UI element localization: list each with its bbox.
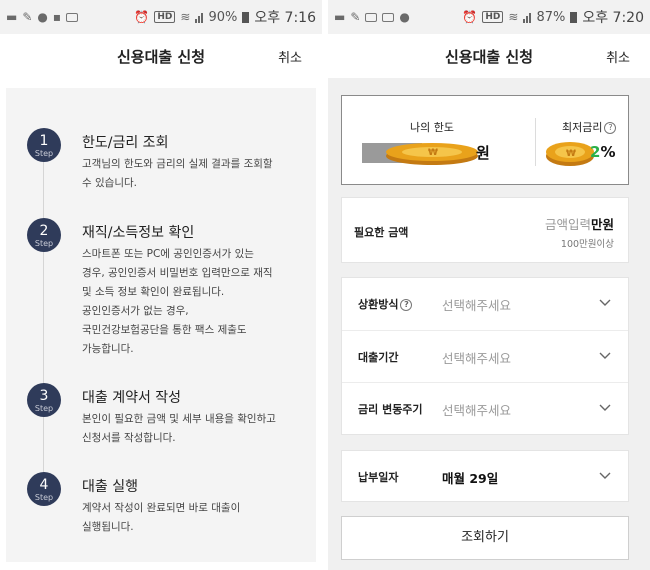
step-title: 대출 계약서 작성 [82, 390, 182, 406]
step-badge: 4 Step [27, 472, 61, 506]
chevron-down-icon [599, 472, 611, 479]
chat-icon: ● [37, 10, 48, 24]
clock: 오후 7:20 [582, 10, 644, 26]
chevron-down-icon [599, 299, 611, 306]
step-description: 스마트폰 또는 PC에 공인인증서가 있는 경우, 공인인증서 비밀번호 입력만… [82, 248, 273, 355]
select-value: 선택해주세요 [442, 403, 512, 418]
timeline-line [43, 144, 44, 504]
limit-label: 나의 한도 [410, 121, 454, 134]
step-description: 계약서 작성이 완료되면 바로 대출이 실행됩니다. [82, 502, 241, 533]
loan-options-card: 상환방식? 선택해주세요 대출기간 선택해주세요 금리 변동주기 선택해주세요 [341, 277, 629, 435]
page-title: 신용대출 신청 [116, 47, 206, 66]
lowest-rate: 최저금리? ₩ 2% [536, 96, 630, 184]
battery-percent: 90% [208, 9, 238, 25]
message-icon: ▬ [334, 10, 346, 24]
rate-value: 2% [590, 143, 616, 161]
calendar-icon [365, 12, 378, 22]
chat-icon: ● [399, 10, 410, 24]
alarm-icon: ⏰ [134, 10, 150, 24]
select-value: 선택해주세요 [442, 298, 512, 313]
cancel-button[interactable]: 취소 [606, 47, 630, 66]
rate-change-cycle-select[interactable]: 금리 변동주기 선택해주세요 [342, 382, 628, 434]
step-badge: 3 Step [27, 383, 61, 417]
wifi-icon: ≋ [508, 10, 519, 24]
select-label: 상환방식? [358, 296, 413, 312]
step-title: 한도/금리 조회 [82, 135, 169, 151]
left-screen: ▬ ✎ ● ▪ ⏰ HD ≋ 90% 오후 7:16 신용대출 신청 취소 1 … [0, 0, 322, 570]
svg-text:₩: ₩ [566, 149, 576, 159]
select-label: 금리 변동주기 [358, 403, 423, 416]
hd-icon: HD [154, 11, 176, 23]
message-icon: ▬ [6, 10, 18, 24]
select-label: 대출기간 [358, 351, 399, 364]
step-title: 재직/소득정보 확인 [82, 225, 195, 241]
title-bar: 신용대출 신청 취소 [328, 34, 650, 78]
select-value: 매월 29일 [442, 471, 499, 486]
svg-text:₩: ₩ [428, 148, 438, 158]
amount-input[interactable]: 금액입력만원 [545, 214, 614, 233]
step-description: 본인이 필요한 금액 및 세부 내용을 확인하고 신청서를 작성합니다. [82, 413, 276, 444]
chevron-down-icon [599, 352, 611, 359]
image-icon [382, 12, 395, 22]
repayment-method-select[interactable]: 상환방식? 선택해주세요 [342, 278, 628, 330]
step-description: 고객님의 한도와 금리의 실제 결과를 조회할 수 있습니다. [82, 158, 273, 189]
payday-select[interactable]: 납부일자 매월 29일 [341, 450, 629, 502]
coin-icon: ₩ [544, 138, 596, 172]
limit-rate-card: 나의 한도 ₩ 원 최저금리? ₩ 2% [341, 95, 629, 185]
amount-card: 필요한 금액 금액입력만원 100만원이상 [341, 197, 629, 263]
battery-percent: 87% [536, 9, 566, 25]
clock: 오후 7:16 [254, 10, 316, 26]
right-screen: ▬ ✎ ● ⏰ HD ≋ 87% 오후 7:20 신용대출 신청 취소 나의 한… [328, 0, 650, 570]
calendar-icon [66, 12, 79, 22]
step-title: 대출 실행 [82, 479, 138, 495]
battery-icon [242, 11, 250, 23]
title-bar: 신용대출 신청 취소 [0, 34, 322, 78]
rate-label: 최저금리? [562, 119, 617, 135]
step-badge: 2 Step [27, 218, 61, 252]
image-icon: ▪ [52, 10, 62, 24]
step-badge: 1 Step [27, 128, 61, 162]
inquire-button[interactable]: 조회하기 [341, 516, 629, 560]
cancel-button[interactable]: 취소 [278, 47, 302, 66]
battery-icon [570, 11, 578, 23]
wifi-icon: ≋ [180, 10, 191, 24]
alarm-icon: ⏰ [462, 10, 478, 24]
loan-period-select[interactable]: 대출기간 선택해주세요 [342, 330, 628, 382]
app-icon: ✎ [22, 10, 33, 24]
status-bar: ▬ ✎ ● ▪ ⏰ HD ≋ 90% 오후 7:16 [0, 0, 322, 34]
signal-icon [195, 12, 204, 23]
page-title: 신용대출 신청 [444, 47, 534, 66]
select-label: 납부일자 [358, 471, 399, 484]
help-icon[interactable]: ? [604, 122, 617, 134]
select-value: 선택해주세요 [442, 351, 512, 366]
amount-hint: 100만원이상 [560, 239, 614, 250]
coin-icon: ₩ [362, 140, 482, 170]
chevron-down-icon [599, 404, 611, 411]
steps-panel: 1 Step 한도/금리 조회 고객님의 한도와 금리의 실제 결과를 조회할 … [6, 88, 316, 562]
hd-icon: HD [482, 11, 504, 23]
status-bar: ▬ ✎ ● ⏰ HD ≋ 87% 오후 7:20 [328, 0, 650, 34]
amount-label: 필요한 금액 [354, 226, 409, 239]
signal-icon [523, 12, 532, 23]
my-limit: 나의 한도 ₩ 원 [342, 96, 535, 184]
app-icon: ✎ [350, 10, 361, 24]
help-icon[interactable]: ? [400, 299, 413, 311]
limit-value-suffix: 원 [476, 144, 490, 162]
